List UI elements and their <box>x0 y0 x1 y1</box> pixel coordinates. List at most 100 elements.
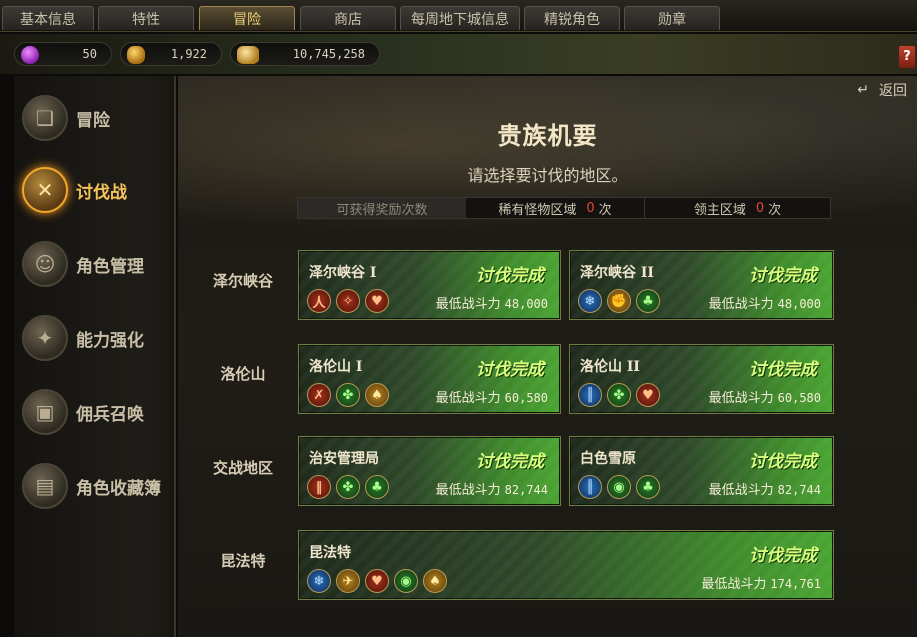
element-icons: 人 ✧ ♥ <box>307 289 389 313</box>
heart-icon: ♥ <box>365 569 389 593</box>
dungeon-card[interactable]: 泽尔峡谷 I 讨伐完成 人 ✧ ♥ 最低战斗力 48,000 <box>298 250 561 320</box>
min-power: 最低战斗力 82,744 <box>709 479 821 498</box>
gem-icon <box>21 46 39 64</box>
sidebar-item-mercenary-summon[interactable]: ▣ 佣兵召唤 <box>22 384 176 440</box>
boss-zone-value: 0 <box>755 200 765 216</box>
leaf-icon: ✤ <box>607 383 631 407</box>
gold-coin-icon <box>127 46 145 64</box>
gold-counter: 1,922 <box>120 42 222 66</box>
min-power-value: 48,000 <box>777 297 821 311</box>
element-icons: ║ ◉ ♣ <box>578 475 660 499</box>
tab-shop[interactable]: 商店 <box>300 6 396 30</box>
album-icon: ▤ <box>22 463 68 509</box>
min-power-value: 82,744 <box>504 483 548 497</box>
min-power-label: 最低战斗力 <box>435 297 501 312</box>
top-tab-bar: 基本信息 特性 冒险 商店 每周地下城信息 精锐角色 勋章 <box>0 0 917 32</box>
dungeon-card[interactable]: 昆法特 讨伐完成 ❄ ✈ ♥ ◉ ♠ 最低战斗力 174,761 <box>298 530 834 600</box>
status-badge: 讨伐完成 <box>476 452 544 472</box>
page-title: 贵族机要 <box>497 121 598 150</box>
dungeon-name: 洛伦山 I <box>309 359 363 375</box>
dungeon-name: 治安管理局 <box>309 451 379 467</box>
min-power-label: 最低战斗力 <box>708 391 774 406</box>
ice-icon: ❄ <box>578 289 602 313</box>
leaf-icon: ✤ <box>336 383 360 407</box>
back-arrow-icon: ↵ <box>857 82 869 98</box>
dungeon-card[interactable]: 泽尔峡谷 II 讨伐完成 ❄ ✊ ♣ 最低战斗力 48,000 <box>569 250 834 320</box>
ice-icon: ❄ <box>307 569 331 593</box>
heart-icon: ♥ <box>636 383 660 407</box>
shuriken-icon: ✦ <box>22 315 68 361</box>
clover-icon: ♣ <box>365 475 389 499</box>
reward-label: 可获得奖励次数 <box>298 198 466 218</box>
min-power-value: 82,744 <box>777 483 821 497</box>
tab-elite-characters[interactable]: 精锐角色 <box>524 6 620 30</box>
character-icon: ☺ <box>22 241 68 287</box>
sidebar-item-character-management[interactable]: ☺ 角色管理 <box>22 236 176 292</box>
dungeon-name: 昆法特 <box>309 545 351 561</box>
dungeon-name: 泽尔峡谷 I <box>309 265 377 281</box>
tab-weekly-dungeon[interactable]: 每周地下城信息 <box>400 6 520 30</box>
region-label: 交战地区 <box>212 459 273 477</box>
rare-zone-value: 0 <box>586 200 595 216</box>
coin-counter: 10,745,258 <box>230 42 380 66</box>
min-power: 最低战斗力 82,744 <box>436 479 548 498</box>
sidebar-item-adventure[interactable]: ❑ 冒险 <box>22 90 176 146</box>
status-badge: 讨伐完成 <box>749 452 817 472</box>
sidebar-item-ability-enhance[interactable]: ✦ 能力强化 <box>22 310 176 366</box>
tab-adventure[interactable]: 冒险 <box>199 6 295 30</box>
page-subtitle: 请选择要讨伐的地区。 <box>467 166 628 185</box>
rare-zone-label: 稀有怪物区域 <box>498 202 577 218</box>
eye-icon: ◉ <box>607 475 631 499</box>
tab-basic-info[interactable]: 基本信息 <box>2 6 94 30</box>
dungeon-name: 白色雪原 <box>580 451 636 467</box>
min-power-label: 最低战斗力 <box>435 483 501 498</box>
flame-icon: ✧ <box>336 289 360 313</box>
status-badge: 讨伐完成 <box>749 266 817 286</box>
leaf-icon: ✤ <box>336 475 360 499</box>
min-power: 最低战斗力 48,000 <box>709 293 821 312</box>
boot-icon: ✈ <box>336 569 360 593</box>
rare-zone-count: 稀有怪物区域 0 次 <box>466 198 644 218</box>
fist-icon: ✊ <box>607 289 631 313</box>
spade-icon: ♠ <box>365 383 389 407</box>
min-power: 最低战斗力 48,000 <box>436 293 548 312</box>
gem-value: 50 <box>82 47 97 61</box>
book-icon: ❑ <box>22 95 68 141</box>
gold-value: 1,922 <box>170 47 207 61</box>
dungeon-name: 泽尔峡谷 II <box>580 265 654 281</box>
dungeon-card[interactable]: 洛伦山 I 讨伐完成 ✗ ✤ ♠ 最低战斗力 60,580 <box>298 344 561 414</box>
spade-icon: ♠ <box>423 569 447 593</box>
dungeon-name: 洛伦山 II <box>580 359 640 375</box>
sidebar-item-label: 能力强化 <box>76 330 144 351</box>
slash-icon: ✗ <box>307 383 331 407</box>
tab-medals[interactable]: 勋章 <box>624 6 720 30</box>
chest-icon: ▣ <box>22 389 68 435</box>
min-power: 最低战斗力 60,580 <box>709 387 821 406</box>
sidebar-item-label: 冒险 <box>76 110 110 131</box>
clover-icon: ♣ <box>636 475 660 499</box>
min-power: 最低战斗力 174,761 <box>701 573 821 592</box>
back-label: 返回 <box>879 83 907 99</box>
wave-icon: ║ <box>578 383 602 407</box>
sidebar-item-label: 角色收藏簿 <box>76 478 161 499</box>
coin-value: 10,745,258 <box>292 47 365 61</box>
tab-traits[interactable]: 特性 <box>98 6 194 30</box>
dungeon-card[interactable]: 治安管理局 讨伐完成 ‖ ✤ ♣ 最低战斗力 82,744 <box>298 436 561 506</box>
rare-zone-unit: 次 <box>598 202 612 218</box>
region-label: 昆法特 <box>220 552 266 570</box>
status-badge: 讨伐完成 <box>476 266 544 286</box>
boss-zone-label: 领主区域 <box>693 202 746 218</box>
sidebar-item-label: 角色管理 <box>76 256 144 277</box>
sidebar-item-label: 佣兵召唤 <box>76 404 144 425</box>
back-button[interactable]: ↵ 返回 <box>857 80 907 100</box>
sidebar: ❑ 冒险 ✕ 讨伐战 ☺ 角色管理 ✦ 能力强化 ▣ 佣兵召唤 ▤ 角色收藏簿 <box>14 76 176 637</box>
coin-stack-icon <box>237 46 259 64</box>
dungeon-card[interactable]: 洛伦山 II 讨伐完成 ║ ✤ ♥ 最低战斗力 60,580 <box>569 344 834 414</box>
dungeon-card[interactable]: 白色雪原 讨伐完成 ║ ◉ ♣ 最低战斗力 82,744 <box>569 436 834 506</box>
status-badge: 讨伐完成 <box>749 360 817 380</box>
element-icons: ║ ✤ ♥ <box>578 383 660 407</box>
boss-zone-count: 领主区域 0 次 <box>644 198 830 218</box>
sidebar-item-subjugation[interactable]: ✕ 讨伐战 <box>22 162 176 218</box>
guide-book-icon[interactable]: ? <box>899 46 915 68</box>
sidebar-item-character-album[interactable]: ▤ 角色收藏簿 <box>22 458 176 514</box>
